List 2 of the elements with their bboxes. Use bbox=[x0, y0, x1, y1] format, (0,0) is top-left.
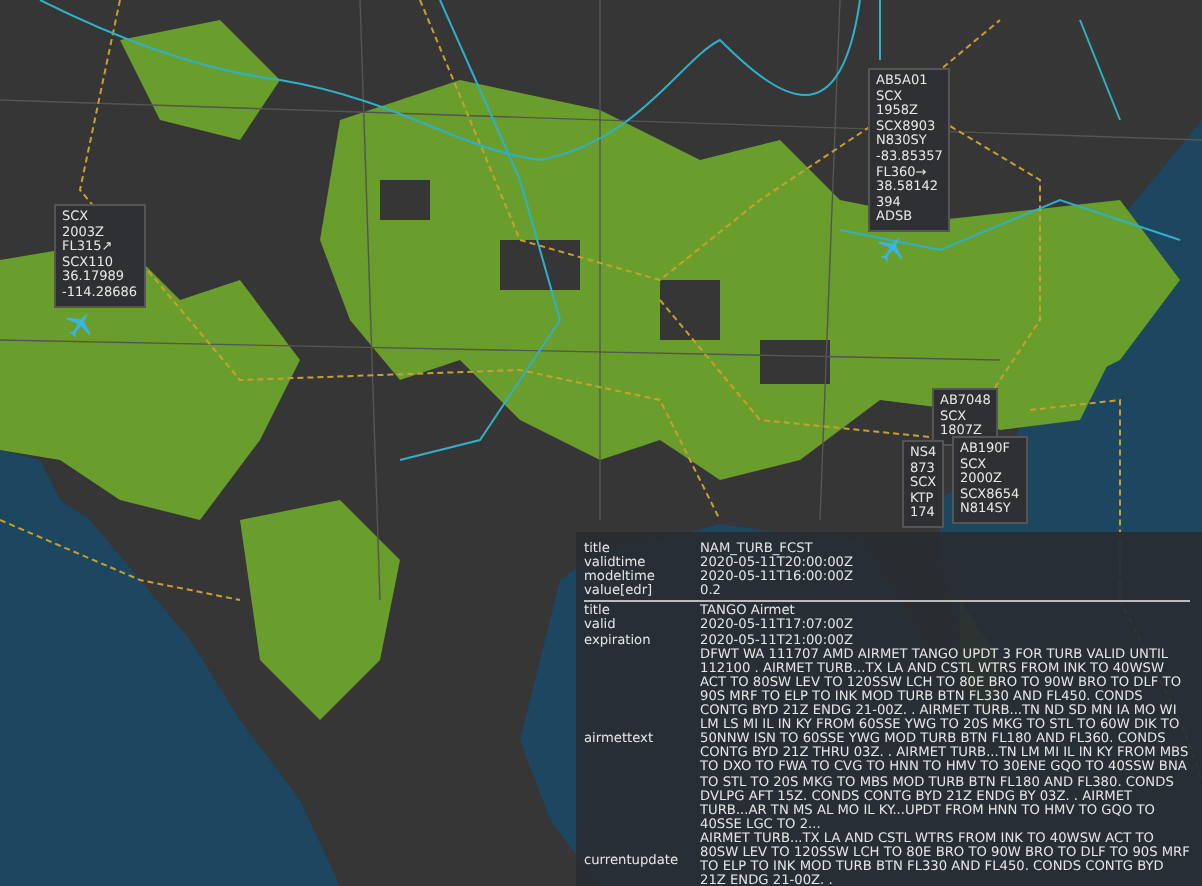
airplane-icon[interactable] bbox=[64, 308, 96, 340]
airplane-icon[interactable] bbox=[876, 232, 908, 264]
